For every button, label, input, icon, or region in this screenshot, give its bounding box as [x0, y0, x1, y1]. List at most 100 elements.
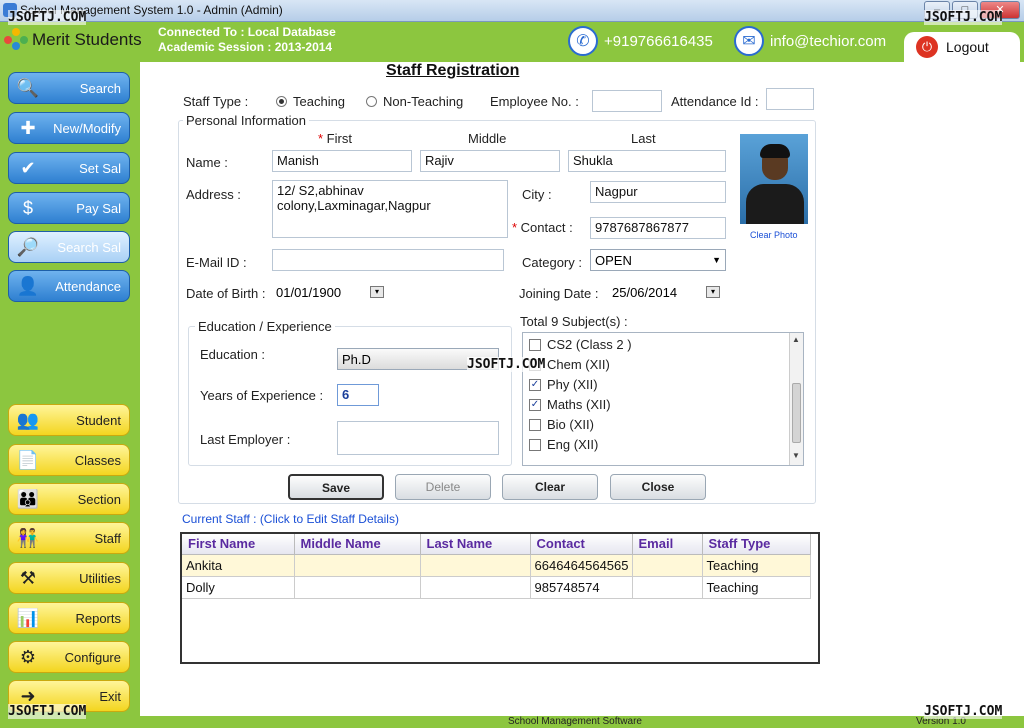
sidebar-item-pay-sal[interactable]: $ Pay Sal: [8, 192, 130, 224]
table-cell: 985748574: [530, 576, 633, 599]
category-label: Category :: [522, 255, 582, 270]
table-cell: [632, 576, 703, 599]
education-group-title: Education / Experience: [195, 319, 335, 334]
city-field[interactable]: Nagpur: [590, 181, 726, 203]
clear-photo-link[interactable]: Clear Photo: [750, 230, 798, 240]
first-name-field[interactable]: Manish: [272, 150, 412, 172]
column-header[interactable]: Middle Name: [294, 534, 421, 555]
column-header[interactable]: Contact: [530, 534, 633, 555]
subject-item[interactable]: Bio (XII): [529, 417, 594, 432]
dob-value: 01/01/1900: [276, 284, 342, 300]
connection-info: Connected To : Local Database Academic S…: [158, 25, 336, 55]
years-experience-field[interactable]: 6: [337, 384, 379, 406]
sidebar-item-configure[interactable]: ⚙ Configure: [8, 641, 130, 673]
subjects-scrollbar[interactable]: ▲ ▼: [789, 333, 803, 465]
table-row[interactable]: Dolly 985748574 Teaching: [182, 576, 811, 599]
phone-icon: ✆: [568, 26, 598, 56]
years-experience-label: Years of Experience :: [200, 388, 324, 403]
watermark: JSOFTJ.COM: [924, 704, 1003, 719]
subject-item[interactable]: CS2 (Class 2 ): [529, 337, 632, 352]
contact-label: * Contact :: [512, 220, 573, 235]
last-name-header: Last: [631, 131, 656, 146]
subject-label: Phy (XII): [547, 377, 598, 392]
staff-photo[interactable]: [740, 134, 808, 224]
scroll-up-icon[interactable]: ▲: [792, 335, 800, 344]
main-panel: Staff Registration Staff Type : Teaching…: [140, 62, 1024, 716]
table-row[interactable]: Ankita 6646464564565 Teaching: [182, 554, 811, 577]
sidebar-item-classes[interactable]: 📄 Classes: [8, 444, 130, 476]
category-select[interactable]: OPEN ▼: [590, 249, 726, 271]
phone-contact: ✆ +919766616435: [568, 26, 713, 56]
attendance-id-label: Attendance Id :: [671, 94, 759, 109]
sidebar-item-search-sal[interactable]: 🔎 Search Sal: [8, 231, 130, 263]
sidebar-item-label: Staff: [94, 530, 121, 546]
address-line: colony,Laxminagar,Nagpur: [277, 198, 431, 213]
sidebar-item-staff[interactable]: 👫 Staff: [8, 522, 130, 554]
subjects-list[interactable]: CS2 (Class 2 ) Chem (XII) ✓ Phy (XII) ✓ Ma…: [522, 332, 804, 466]
dob-label: Date of Birth :: [186, 286, 266, 301]
teaching-label: Teaching: [293, 94, 346, 109]
sidebar-item-student[interactable]: 👥 Student: [8, 404, 130, 436]
email-contact: ✉ info@techior.com: [734, 26, 886, 56]
search-money-icon: 🔎: [16, 236, 40, 257]
last-name-field[interactable]: Shukla: [568, 150, 726, 172]
table-cell: [632, 554, 703, 577]
subject-label: Eng (XII): [547, 437, 599, 452]
column-header[interactable]: First Name: [182, 534, 295, 555]
last-employer-field[interactable]: [337, 421, 499, 455]
checkbox-checked-icon: ✓: [529, 398, 541, 411]
watermark: JSOFTJ.COM: [8, 10, 87, 25]
subject-item[interactable]: ✓ Maths (XII): [529, 397, 611, 412]
utilities-icon: ⚒: [19, 567, 37, 588]
sidebar-item-label: Exit: [99, 688, 121, 704]
checkbox-icon: [529, 438, 541, 451]
sidebar-item-search[interactable]: 🔍 Search: [8, 72, 130, 104]
section-icon: 👪: [16, 488, 40, 509]
contact-field[interactable]: 9787687867877: [590, 217, 726, 239]
sidebar-item-section[interactable]: 👪 Section: [8, 483, 130, 515]
employee-no-field[interactable]: [592, 90, 662, 112]
joining-date-picker[interactable]: 25/06/2014 ▾: [608, 281, 724, 303]
address-field[interactable]: 12/ S2,abhinav colony,Laxminagar,Nagpur: [272, 180, 508, 238]
checkbox-icon: [529, 338, 541, 351]
scroll-down-icon[interactable]: ▼: [792, 451, 800, 460]
dob-picker[interactable]: 01/01/1900 ▾: [272, 281, 388, 303]
subject-item[interactable]: ✓ Phy (XII): [529, 377, 598, 392]
clear-button[interactable]: Clear: [502, 474, 598, 500]
table-cell: 6646464564565: [530, 554, 633, 577]
sidebar-item-label: Search Sal: [57, 239, 121, 255]
logout-button[interactable]: ⏻ Logout: [904, 32, 1020, 62]
column-header[interactable]: Staff Type: [702, 534, 811, 555]
subject-item[interactable]: Eng (XII): [529, 437, 598, 452]
status-bar: School Management Software Version 1.0: [140, 716, 1024, 728]
logo-dots-icon: [4, 28, 28, 52]
personal-info-title: Personal Information: [183, 113, 309, 128]
city-label: City :: [522, 187, 552, 202]
column-header[interactable]: Email: [632, 534, 703, 555]
sidebar-item-set-sal[interactable]: ✔ Set Sal: [8, 152, 130, 184]
attendance-id-field[interactable]: [766, 88, 814, 110]
middle-name-field[interactable]: Rajiv: [420, 150, 560, 172]
reports-icon: 📊: [16, 607, 40, 628]
watermark: JSOFTJ.COM: [467, 357, 546, 372]
save-button[interactable]: Save: [288, 474, 384, 500]
sidebar-item-attendance[interactable]: 👤 Attendance: [8, 270, 130, 302]
delete-button[interactable]: Delete: [395, 474, 491, 500]
scroll-thumb[interactable]: [792, 383, 801, 443]
email-field[interactable]: [272, 249, 504, 271]
column-header[interactable]: Last Name: [420, 534, 531, 555]
page-title: Staff Registration: [386, 62, 520, 79]
close-button[interactable]: Close: [610, 474, 706, 500]
calendar-icon: ▾: [370, 286, 384, 298]
non-teaching-radio[interactable]: Non-Teaching: [366, 94, 463, 109]
sidebar-item-label: Search: [79, 80, 121, 96]
logout-label: Logout: [946, 39, 989, 55]
sidebar-item-utilities[interactable]: ⚒ Utilities: [8, 562, 130, 594]
address-line: 12/ S2,abhinav: [277, 183, 364, 198]
table-cell: Teaching: [702, 554, 811, 577]
sidebar-item-new-modify[interactable]: ✚ New/Modify: [8, 112, 130, 144]
teaching-radio[interactable]: Teaching: [276, 94, 345, 109]
sidebar-item-reports[interactable]: 📊 Reports: [8, 602, 130, 634]
education-value: Ph.D: [342, 351, 371, 367]
address-label: Address :: [186, 187, 241, 202]
